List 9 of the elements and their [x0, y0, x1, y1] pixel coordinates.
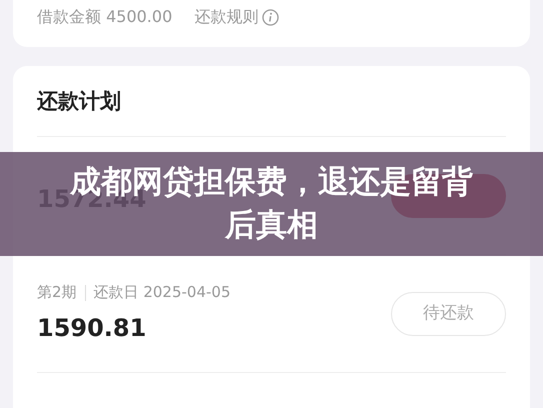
rules-link[interactable]: 还款规则: [194, 5, 280, 29]
installment-amount: 1590.81: [37, 312, 148, 344]
loan-amount: 借款金额 4500.00: [37, 6, 172, 28]
info-icon: [262, 8, 280, 26]
period-label: 第2期: [37, 282, 77, 304]
due-date: 还款日 2025-04-05: [94, 282, 230, 304]
repay-button[interactable]: 待还款: [391, 292, 506, 336]
overlay-title-line: 后真相: [225, 210, 318, 241]
plan-title: 还款计划: [37, 66, 506, 137]
